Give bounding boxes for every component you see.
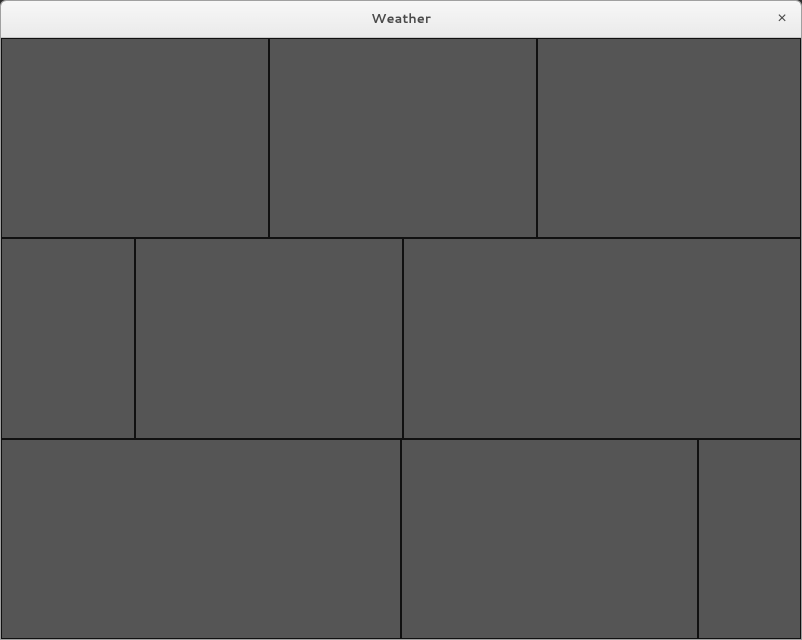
tile-row — [1, 238, 801, 438]
tile-row — [1, 439, 801, 639]
tile[interactable] — [135, 238, 403, 438]
tile-row — [1, 38, 801, 238]
tile[interactable] — [537, 38, 801, 238]
tile[interactable] — [1, 238, 135, 438]
tile[interactable] — [403, 238, 801, 438]
titlebar: Weather × — [1, 1, 801, 38]
app-window: Weather × — [0, 0, 802, 640]
tile[interactable] — [698, 439, 801, 639]
tile[interactable] — [1, 38, 269, 238]
content-area — [1, 38, 801, 639]
close-button[interactable]: × — [773, 10, 791, 28]
tile[interactable] — [269, 38, 537, 238]
close-icon: × — [777, 11, 786, 27]
window-title: Weather — [371, 10, 431, 28]
tile[interactable] — [401, 439, 698, 639]
tile[interactable] — [1, 439, 401, 639]
